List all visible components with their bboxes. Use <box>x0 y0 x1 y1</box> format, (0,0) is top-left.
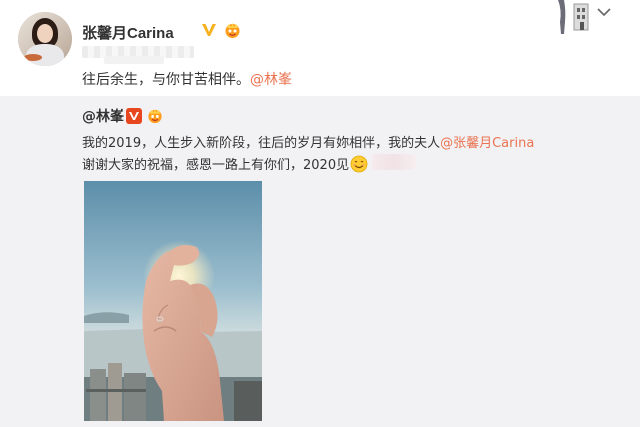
post-username[interactable]: 张馨月Carina <box>82 22 174 43</box>
repost-text-line1: 我的2019，人生步入新阶段，往后的岁月有妳相伴，我的夫人@张馨月Carina <box>82 132 534 151</box>
verified-v-icon <box>126 108 142 124</box>
post-text: 往后余生，与你甘苦相伴。@林峯 <box>82 69 292 89</box>
repost-text-line2-body: 谢谢大家的祝福，感恩一路上有你们，2020见 <box>82 158 350 173</box>
post-mention-link[interactable]: @林峯 <box>250 72 292 88</box>
smile-emoji-icon <box>350 155 368 173</box>
reposted-card[interactable]: @林峯 我的2019，人生步入新阶段，往后的岁月有妳相伴，我的夫人@张馨月Car… <box>0 96 640 427</box>
repost-mention-link[interactable]: @张馨月Carina <box>440 136 534 151</box>
repost-text-line2: 谢谢大家的祝福，感恩一路上有你们，2020见 <box>82 154 368 173</box>
vip-crown-icon <box>148 108 162 124</box>
blurred-sticker <box>372 154 416 170</box>
post-photo-hands[interactable] <box>84 181 262 421</box>
repost-username[interactable]: @林峯 <box>82 106 124 126</box>
chevron-down-icon[interactable] <box>596 6 612 18</box>
post-meta-blurred-2 <box>104 56 164 64</box>
vip-crown-icon <box>225 23 240 38</box>
verified-v-icon <box>202 24 216 36</box>
repost-text-body: 我的2019，人生步入新阶段，往后的岁月有妳相伴，我的夫人 <box>82 136 441 151</box>
post-header: 张馨月Carina <box>18 12 622 72</box>
post-text-body: 往后余生，与你甘苦相伴。 <box>82 72 250 88</box>
avatar[interactable] <box>18 12 72 66</box>
